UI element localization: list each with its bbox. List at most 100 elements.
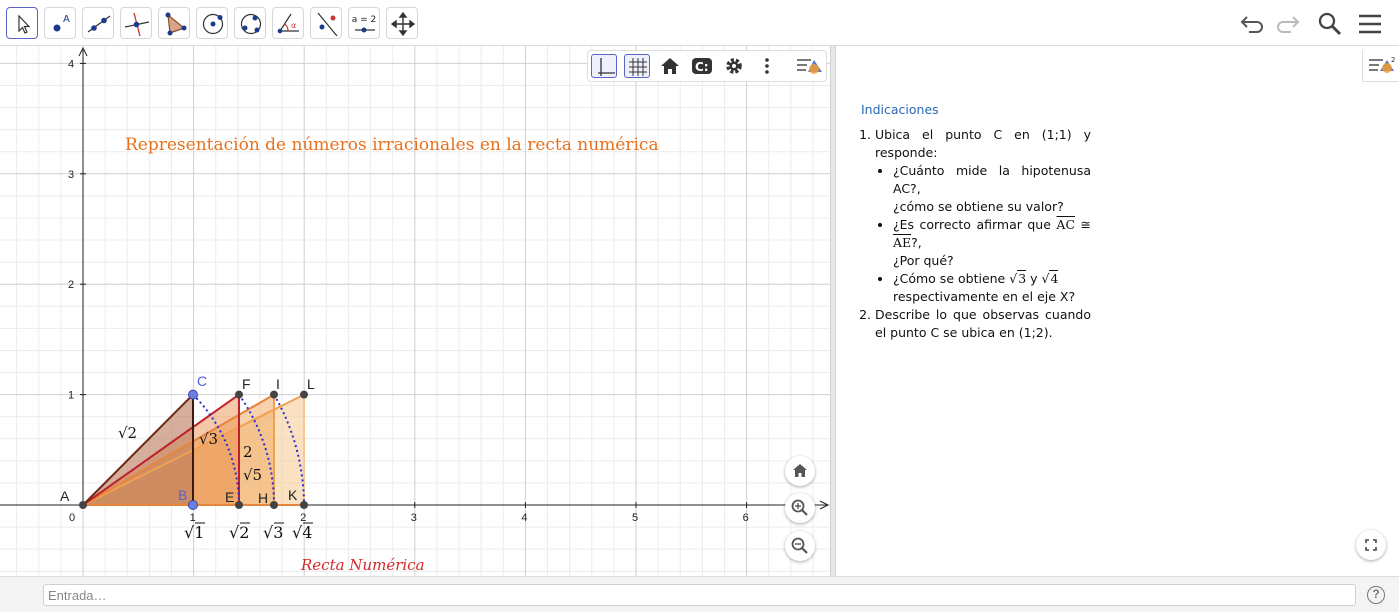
label-a: A: [60, 488, 70, 504]
x-tick-label: 5: [632, 512, 638, 524]
bullet-1: ¿Cuánto mide la hipotenusa AC?, ¿cómo se …: [893, 162, 1091, 216]
redo-icon[interactable]: [1276, 10, 1304, 38]
graphics-view-icon: [797, 59, 822, 74]
segment-ac-notation: AC: [1056, 217, 1076, 232]
label-h: H: [258, 490, 268, 506]
segment-ae-notation: AE: [893, 235, 912, 250]
standard-view-round-button[interactable]: [785, 456, 815, 486]
label-e: E: [225, 489, 234, 505]
svg-text:√1: √1: [184, 523, 204, 542]
congruent-symbol: ≅: [1075, 217, 1092, 232]
axes-toggle[interactable]: [591, 54, 617, 78]
zoom-out-button[interactable]: [785, 531, 815, 561]
menu-icon[interactable]: [1356, 10, 1384, 38]
label-sqrt5-ah: √5: [243, 466, 262, 484]
svg-text:2: 2: [1391, 56, 1395, 64]
y-tick-label: 4: [68, 58, 74, 70]
root-label-1-rad: 1: [194, 523, 204, 542]
point-h[interactable]: [270, 501, 278, 509]
instruction-2: Describe lo que observas cuando el punto…: [875, 306, 1091, 342]
point-b[interactable]: [188, 500, 198, 510]
label-style-icon: C:: [692, 58, 712, 74]
graphics-title: Representación de números irracionales e…: [125, 135, 659, 155]
settings-icon: [726, 58, 742, 74]
axis-caption: Recta Numérica: [300, 556, 425, 574]
graphics-canvas[interactable]: 0 1 2 3 4 5 61234 Representación de números ir…: [0, 46, 830, 576]
search-icon[interactable]: [1316, 10, 1344, 38]
zoom-in-button[interactable]: [785, 493, 815, 523]
zoom-in-icon: [791, 499, 808, 516]
circle-three-points-icon: [240, 13, 262, 35]
label-l: L: [307, 376, 315, 392]
angle-tool[interactable]: α: [272, 7, 304, 39]
perpendicular-tool[interactable]: [120, 7, 152, 39]
label-b: B: [178, 487, 187, 503]
label-style-button[interactable]: C:: [689, 54, 715, 78]
circle-center-point-tool[interactable]: [196, 7, 228, 39]
bullet-3-and: y: [1026, 271, 1042, 286]
grid-toggle[interactable]: [624, 54, 650, 78]
root-label-3-rad: 3: [273, 523, 283, 542]
home-icon: [793, 464, 807, 477]
bullet-3-line-b: respectivamente en el eje X?: [893, 289, 1076, 304]
zoom-out-icon: [791, 537, 808, 554]
reflect-line-icon: [317, 12, 338, 37]
root-label-4-rad: 4: [302, 523, 312, 542]
slider-tool[interactable]: a = 2: [348, 7, 380, 39]
x-tick-label: 3: [411, 512, 417, 524]
bullet-2: ¿Es correcto afirmar que AC ≅ AE?, ¿Por q…: [893, 216, 1091, 270]
graphics-view[interactable]: 01234561234 Representación de números ir…: [0, 46, 830, 576]
instructions-text: Ubica el punto C en (1;1) y responde: ¿C…: [861, 126, 1091, 342]
point-k[interactable]: [300, 501, 308, 509]
help-icon[interactable]: ?: [1367, 586, 1385, 604]
x-tick-label: 0: [69, 512, 75, 524]
root-label-2-rad: 2: [239, 523, 249, 542]
label-i: I: [276, 376, 280, 392]
toolbar: A α a = 2: [0, 0, 1399, 46]
point-e[interactable]: [235, 501, 243, 509]
more-vert-icon: [765, 58, 769, 74]
sqrt-3-notation: √3: [1009, 270, 1027, 286]
move-graphics-tool[interactable]: [386, 7, 418, 39]
bullet-2-line-c: ¿Por qué?: [893, 253, 954, 268]
fullscreen-button[interactable]: [1356, 530, 1386, 560]
instruction-1-intro: Ubica el punto C en (1;1) y responde:: [875, 127, 1091, 160]
move-arrows-icon: [390, 11, 416, 37]
slider-icon: [355, 27, 375, 33]
line-icon: [87, 15, 111, 33]
y-tick-label: 1: [68, 390, 74, 402]
axes-icon: [598, 58, 615, 76]
label-sqrt3-ae: √3: [199, 430, 218, 448]
circle-three-points-tool[interactable]: [234, 7, 266, 39]
point-c[interactable]: [188, 389, 198, 400]
graphics-view-icon: 2: [1369, 56, 1395, 73]
label-c: C: [197, 373, 207, 389]
bullet-2-suffix: ?,: [911, 235, 922, 250]
standard-view-button[interactable]: [657, 54, 683, 78]
point-a[interactable]: [79, 501, 87, 509]
move-tool[interactable]: [6, 7, 38, 39]
instructions-title: Indicaciones: [861, 102, 939, 117]
fullscreen-icon: [1365, 539, 1377, 551]
svg-text:C:: C:: [695, 60, 709, 74]
undo-icon[interactable]: [1236, 10, 1264, 38]
perpendicular-line-icon: [124, 12, 150, 37]
graphics-view-menu[interactable]: [794, 54, 824, 78]
algebra-view-toggle[interactable]: 2: [1362, 50, 1398, 82]
bullet-3: ¿Cómo se obtiene √3 y √4 respectivamente …: [893, 270, 1091, 306]
reflect-tool[interactable]: [310, 7, 342, 39]
point-tool[interactable]: A: [44, 7, 76, 39]
bullet-1-line-b: ¿cómo se obtiene su valor?: [893, 199, 1064, 214]
line-tool[interactable]: [82, 7, 114, 39]
svg-text:√4: √4: [292, 523, 312, 542]
more-button[interactable]: [754, 54, 780, 78]
svg-text:A: A: [63, 14, 70, 25]
polygon-tool[interactable]: [158, 7, 190, 39]
input-field[interactable]: Entrada…: [43, 584, 1356, 606]
x-tick-label: 6: [743, 512, 749, 524]
settings-button[interactable]: [721, 54, 747, 78]
svg-text:√3: √3: [263, 523, 283, 542]
input-bar: Entrada… ?: [0, 576, 1399, 612]
sqrt-4-notation: √4: [1041, 270, 1059, 286]
grid-icon: [629, 58, 647, 76]
